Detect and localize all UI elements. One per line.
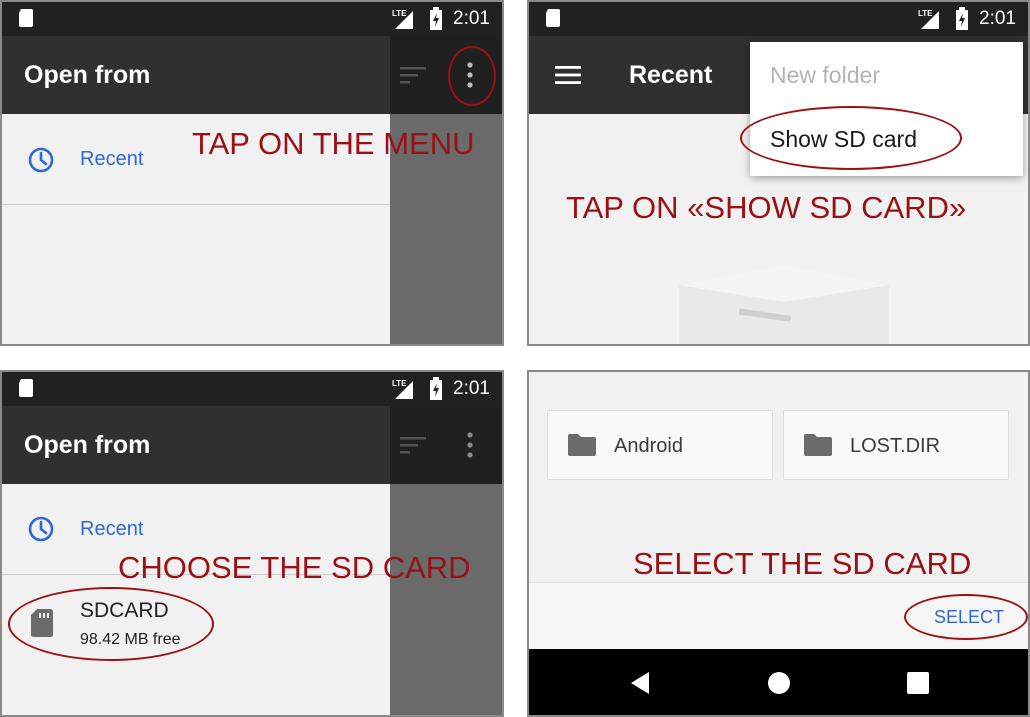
- page-title: Open from: [24, 61, 151, 89]
- highlight-ellipse: [448, 46, 496, 106]
- folder-card-lost-dir[interactable]: LOST.DIR: [783, 410, 1009, 480]
- sort-icon[interactable]: [400, 64, 428, 86]
- lte-signal-icon: LTE: [392, 379, 414, 399]
- sd-card-icon: [546, 9, 560, 27]
- sd-card-icon: [19, 9, 33, 27]
- back-icon[interactable]: [629, 671, 651, 695]
- svg-text:LTE: LTE: [392, 9, 407, 18]
- instruction-annotation: CHOOSE THE SD CARD: [118, 550, 471, 585]
- folder-name: LOST.DIR: [850, 435, 941, 457]
- status-bar: LTE 2:01: [2, 372, 502, 406]
- overflow-menu-icon[interactable]: [464, 431, 476, 459]
- empty-state-box-illustration: [679, 265, 889, 344]
- hamburger-menu-icon[interactable]: [555, 66, 581, 84]
- highlight-ellipse: [904, 594, 1028, 640]
- screen-panel-recent: LTE 2:01 Recent New folder Show SD card …: [527, 0, 1030, 346]
- divider: [2, 204, 390, 205]
- folder-icon: [804, 434, 832, 456]
- status-bar: LTE 2:01: [2, 2, 502, 36]
- battery-charging-icon: [956, 7, 969, 30]
- svg-text:LTE: LTE: [392, 379, 407, 388]
- highlight-ellipse: [8, 587, 214, 661]
- app-bar: Open from: [2, 36, 502, 114]
- instruction-annotation: TAP ON «SHOW SD CARD»: [566, 190, 967, 225]
- status-time: 2:01: [979, 8, 1016, 29]
- navigation-bar: [529, 649, 1028, 715]
- battery-charging-icon: [430, 7, 443, 30]
- sort-icon[interactable]: [400, 434, 428, 456]
- app-bar: Open from: [2, 406, 502, 484]
- folder-name: Android: [614, 435, 683, 457]
- screen-panel-choose-sd: LTE 2:01 Open from Recent SDCARD 98.42 M…: [0, 370, 504, 717]
- menu-item-label: New folder: [770, 62, 880, 88]
- sd-card-icon: [19, 379, 33, 397]
- clock-icon: [28, 516, 54, 542]
- recents-icon[interactable]: [907, 672, 929, 694]
- svg-text:LTE: LTE: [918, 9, 933, 18]
- folder-icon: [568, 434, 596, 456]
- instruction-annotation: SELECT THE SD CARD: [633, 546, 972, 581]
- status-time: 2:01: [453, 378, 490, 399]
- highlight-ellipse: [740, 106, 962, 170]
- page-title: Open from: [24, 431, 151, 459]
- home-icon[interactable]: [767, 671, 791, 695]
- status-time: 2:01: [453, 8, 490, 29]
- lte-signal-icon: LTE: [918, 9, 940, 29]
- status-bar: LTE 2:01: [529, 2, 1028, 36]
- drawer-item-label: Recent: [80, 518, 144, 540]
- clock-icon: [28, 147, 54, 173]
- menu-item-new-folder[interactable]: New folder: [750, 42, 1023, 108]
- folder-card-android[interactable]: Android: [547, 410, 773, 480]
- lte-signal-icon: LTE: [392, 9, 414, 29]
- screen-panel-select-sd: Android LOST.DIR SELECT THE SD CARD SELE…: [527, 370, 1030, 717]
- page-title: Recent: [629, 61, 713, 89]
- drawer-scrim[interactable]: [390, 484, 502, 715]
- drawer-item-label: Recent: [80, 148, 144, 170]
- battery-charging-icon: [430, 377, 443, 400]
- instruction-annotation: TAP ON THE MENU: [192, 126, 475, 161]
- screen-panel-open-from: LTE 2:01 Open from Recent TAP ON THE MEN…: [0, 0, 504, 346]
